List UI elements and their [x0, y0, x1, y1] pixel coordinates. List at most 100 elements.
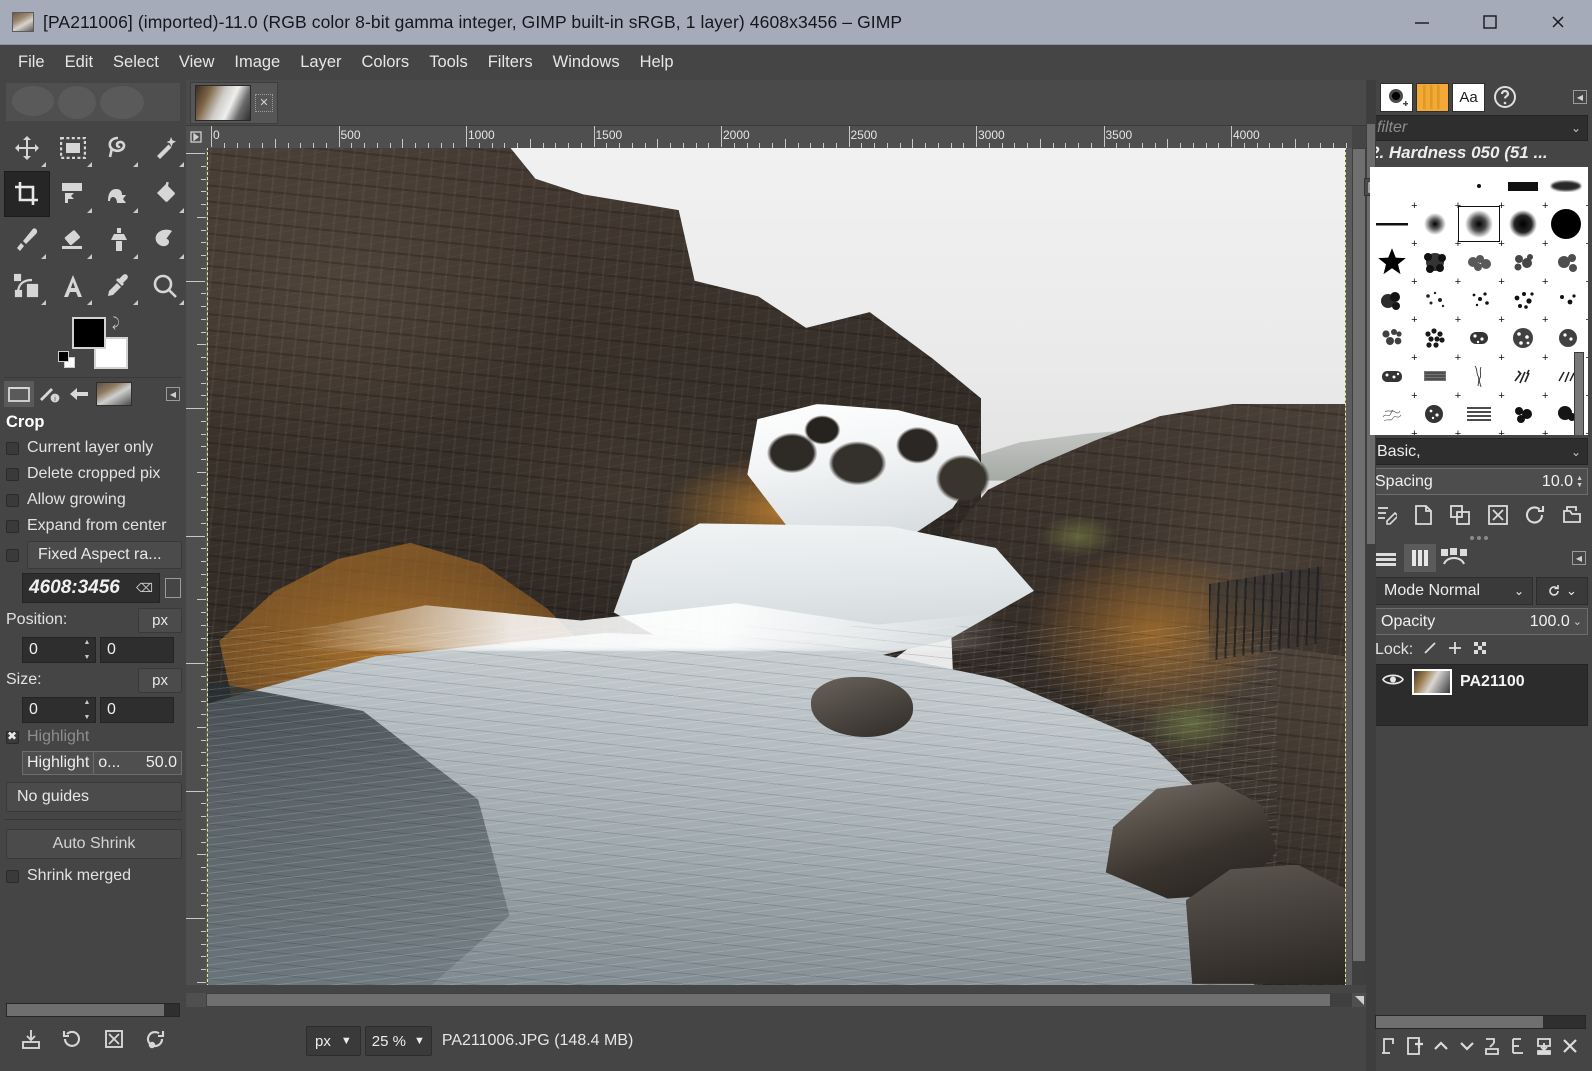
warp-transform-tool[interactable]	[96, 171, 142, 217]
zoom-tool[interactable]	[142, 263, 188, 309]
refresh-brushes-icon[interactable]	[1521, 501, 1549, 529]
text-tool[interactable]	[50, 263, 96, 309]
vertical-ruler[interactable]: 050010001500200025003000	[186, 148, 206, 985]
active-image-thumbnail[interactable]	[96, 382, 132, 406]
brush-item[interactable]	[1370, 395, 1414, 433]
brushes-tab[interactable]	[1380, 83, 1413, 112]
brush-item[interactable]	[1414, 281, 1458, 319]
save-tool-preset-icon[interactable]	[15, 1023, 47, 1055]
lock-position-icon[interactable]	[1447, 640, 1463, 661]
chevron-down-icon[interactable]: ⌄	[1514, 584, 1524, 598]
brush-item[interactable]	[1457, 281, 1501, 319]
anchor-layer-icon[interactable]	[1506, 1032, 1530, 1060]
brush-item[interactable]	[1501, 319, 1545, 357]
brush-item[interactable]	[1370, 319, 1414, 357]
spacing-slider[interactable]: Spacing 10.0 ▲▼	[1370, 468, 1588, 495]
brush-item[interactable]	[1501, 395, 1545, 433]
navigation-preview-button[interactable]	[1352, 993, 1366, 1007]
option-current-layer-only[interactable]: Current layer only	[0, 435, 186, 461]
chevron-down-icon[interactable]: ⌄	[1571, 121, 1581, 135]
menu-layer[interactable]: Layer	[290, 49, 351, 76]
highlight-opacity-slider[interactable]: Highlight o... 50.0	[22, 751, 182, 775]
option-expand-from-center[interactable]: Expand from center	[0, 513, 186, 539]
canvas-horizontal-scrollbar[interactable]	[206, 993, 1352, 1007]
position-unit-button[interactable]: px	[138, 608, 182, 633]
patterns-tab[interactable]	[1416, 83, 1449, 112]
option-fixed-aspect-ratio[interactable]: Fixed Aspect ra...	[0, 539, 186, 571]
unit-select[interactable]: px ▼	[306, 1026, 361, 1056]
checkbox[interactable]	[6, 520, 19, 533]
brush-item[interactable]	[1501, 243, 1545, 281]
checkbox[interactable]	[6, 549, 19, 562]
brush-item[interactable]	[1370, 281, 1414, 319]
move-tool[interactable]	[4, 125, 50, 171]
brush-item[interactable]	[1501, 433, 1545, 435]
new-layer-icon[interactable]	[1403, 1032, 1427, 1060]
pattern-indicator[interactable]: i	[34, 381, 64, 407]
lock-pixels-icon[interactable]	[1422, 640, 1438, 661]
quick-mask-toggle[interactable]	[186, 993, 206, 1007]
layer-list-scrollbar[interactable]	[1375, 1015, 1586, 1029]
brush-item[interactable]	[1414, 319, 1458, 357]
menu-tools[interactable]: Tools	[419, 49, 478, 76]
rectangle-select-tool[interactable]	[50, 125, 96, 171]
duplicate-layer-icon[interactable]	[1480, 1032, 1504, 1060]
restore-tool-preset-icon[interactable]	[56, 1023, 88, 1055]
brush-preset-select[interactable]: Basic, ⌄	[1370, 438, 1588, 465]
brush-item[interactable]	[1414, 357, 1458, 395]
delete-layer-icon[interactable]	[1558, 1032, 1582, 1060]
portrait-orientation-icon[interactable]	[165, 578, 181, 598]
brush-item[interactable]	[1501, 281, 1545, 319]
spinner-icon[interactable]: ⌄	[1573, 615, 1582, 628]
clear-icon[interactable]: ⌫	[136, 581, 153, 595]
layer-visibility-icon[interactable]	[1382, 672, 1404, 692]
spinner-icon[interactable]: ▲▼	[82, 639, 92, 661]
tool-options-scrollbar[interactable]	[6, 1003, 180, 1017]
brush-item[interactable]	[1501, 167, 1545, 205]
option-highlight[interactable]: Highlight	[0, 725, 186, 749]
menu-edit[interactable]: Edit	[55, 49, 103, 76]
collapse-layers-dock-icon[interactable]: ◀	[1572, 551, 1586, 565]
size-unit-button[interactable]: px	[138, 668, 182, 693]
maximize-button[interactable]	[1456, 0, 1524, 45]
brush-item[interactable]	[1457, 357, 1501, 395]
menu-view[interactable]: View	[169, 49, 224, 76]
brush-item[interactable]	[1544, 281, 1588, 319]
brush-item[interactable]	[1457, 319, 1501, 357]
transform-tool[interactable]	[50, 171, 96, 217]
spinner-icon[interactable]: ▲▼	[82, 699, 92, 721]
delete-brush-icon[interactable]	[1484, 501, 1512, 529]
layer-row[interactable]: PA21100	[1376, 665, 1587, 699]
brush-item[interactable]	[1544, 205, 1588, 243]
brush-item[interactable]	[1370, 243, 1414, 281]
layers-tab[interactable]	[1370, 544, 1402, 572]
menu-help[interactable]: Help	[630, 49, 684, 76]
clone-tool[interactable]	[96, 217, 142, 263]
brush-grid[interactable]	[1370, 167, 1588, 435]
color-picker-tool[interactable]	[96, 263, 142, 309]
image-tab[interactable]: ✕	[190, 82, 278, 124]
canvas-viewport[interactable]	[206, 148, 1352, 985]
duplicate-brush-icon[interactable]	[1446, 501, 1474, 529]
raise-layer-icon[interactable]	[1429, 1032, 1453, 1060]
spinner-icon[interactable]: ▲▼	[1576, 475, 1583, 489]
option-allow-growing[interactable]: Allow growing	[0, 487, 186, 513]
menu-file[interactable]: File	[8, 49, 55, 76]
brush-item[interactable]	[1370, 205, 1414, 243]
new-layer-group-icon[interactable]	[1377, 1032, 1401, 1060]
brush-item[interactable]	[1370, 433, 1414, 435]
position-y-input[interactable]: 0	[100, 637, 174, 663]
brush-item[interactable]	[1457, 243, 1501, 281]
dock-resize-grip[interactable]	[1366, 533, 1592, 542]
brush-item[interactable]	[1414, 433, 1458, 435]
layer-mode-select[interactable]: Mode Normal ⌄	[1375, 577, 1533, 605]
brush-item[interactable]	[1414, 205, 1458, 243]
horizontal-ruler[interactable]: 05001000150020002500300035004000450	[206, 126, 1352, 148]
image-canvas[interactable]	[208, 148, 1345, 985]
new-brush-icon[interactable]	[1409, 501, 1437, 529]
option-shrink-merged[interactable]: Shrink merged	[0, 863, 186, 889]
position-x-input[interactable]: 0 ▲▼	[22, 637, 96, 663]
help-tab[interactable]	[1488, 83, 1521, 112]
auto-shrink-button[interactable]: Auto Shrink	[6, 829, 182, 859]
brush-item[interactable]	[1457, 395, 1501, 433]
